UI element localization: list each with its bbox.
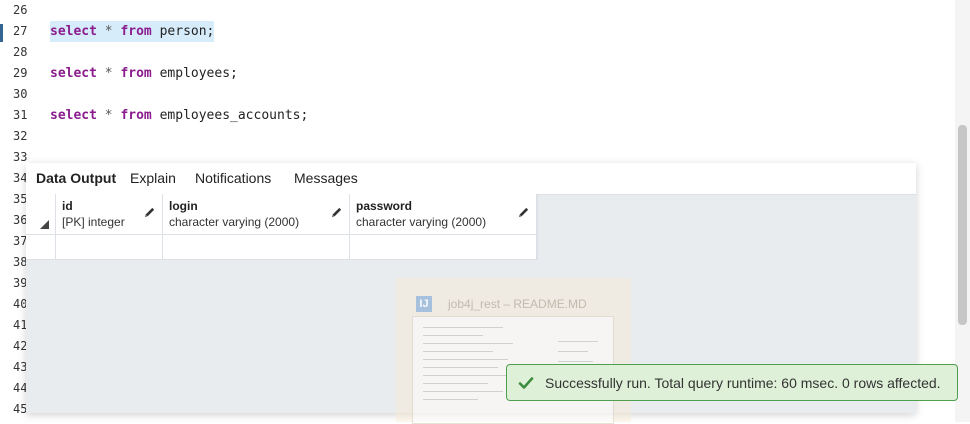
sql-keyword: from <box>120 108 152 123</box>
column-type: character varying (2000) <box>169 215 300 229</box>
select-all-cell[interactable] <box>26 194 56 235</box>
row-number-cell[interactable] <box>26 235 56 260</box>
code-text: select * from employees_accounts; <box>50 105 308 126</box>
column-name: login <box>169 199 198 213</box>
results-tabs: Data Output Explain Notifications Messag… <box>26 163 916 195</box>
tab-data-output[interactable]: Data Output <box>36 170 116 186</box>
cell-id[interactable] <box>56 235 163 260</box>
preview-title: job4j_rest – README.MD <box>448 297 587 311</box>
sql-operator: * <box>96 66 121 81</box>
sql-operator: * <box>96 24 121 39</box>
intellij-icon: IJ <box>416 296 432 312</box>
column-type: character varying (2000) <box>356 215 487 229</box>
sql-keyword: select <box>50 108 97 123</box>
column-name: id <box>62 199 73 213</box>
line-number: 31 <box>13 108 28 122</box>
toast-message: Successfully run. Total query runtime: 6… <box>545 375 941 391</box>
tab-notifications[interactable]: Notifications <box>195 170 271 186</box>
sql-keyword: from <box>120 24 152 39</box>
line-number: 26 <box>13 3 28 17</box>
column-name: password <box>356 199 413 213</box>
line-number: 30 <box>13 87 28 101</box>
data-grid: id [PK] integer login character varying … <box>26 194 538 260</box>
sql-keyword: select <box>50 66 97 81</box>
sql-identifier: person; <box>151 24 215 39</box>
pencil-icon[interactable] <box>143 206 156 219</box>
sql-identifier: employees_accounts; <box>151 108 309 123</box>
code-text: select * from employees; <box>50 63 238 84</box>
check-icon <box>518 377 534 389</box>
column-header-password[interactable]: password character varying (2000) <box>350 194 537 235</box>
sql-operator: * <box>96 108 121 123</box>
sql-keyword: select <box>50 24 97 39</box>
tab-messages[interactable]: Messages <box>294 170 358 186</box>
sql-keyword: from <box>120 66 152 81</box>
code-text: select * from person; <box>50 21 215 42</box>
line-number: 27 <box>13 24 28 38</box>
line-number: 28 <box>13 45 28 59</box>
pencil-icon[interactable] <box>330 206 343 219</box>
column-header-id[interactable]: id [PK] integer <box>56 194 163 235</box>
corner-triangle-icon <box>40 220 49 229</box>
success-toast[interactable]: Successfully run. Total query runtime: 6… <box>506 364 958 401</box>
line-number: 29 <box>13 66 28 80</box>
cell-login[interactable] <box>163 235 350 260</box>
editor-scrollbar-thumb[interactable] <box>958 125 967 325</box>
current-line-marker <box>0 24 3 42</box>
line-number: 32 <box>13 129 28 143</box>
tab-explain[interactable]: Explain <box>130 170 176 186</box>
cell-password[interactable] <box>350 235 537 260</box>
sql-identifier: employees; <box>151 66 238 81</box>
column-header-login[interactable]: login character varying (2000) <box>163 194 350 235</box>
pencil-icon[interactable] <box>517 206 530 219</box>
column-type: [PK] integer <box>62 215 125 229</box>
